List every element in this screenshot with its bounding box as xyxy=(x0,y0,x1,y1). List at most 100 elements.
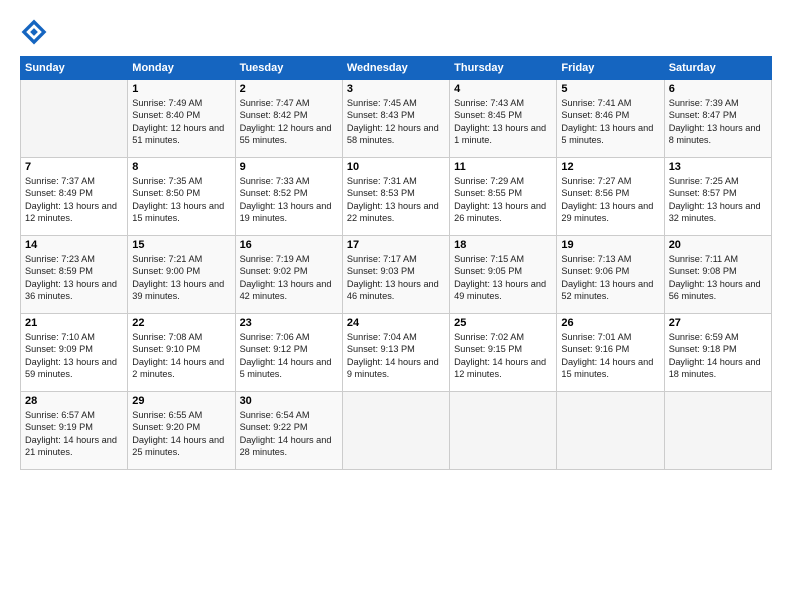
day-info: Sunrise: 7:25 AM Sunset: 8:57 PM Dayligh… xyxy=(669,175,767,225)
day-cell: 9 Sunrise: 7:33 AM Sunset: 8:52 PM Dayli… xyxy=(235,158,342,236)
day-info: Sunrise: 7:11 AM Sunset: 9:08 PM Dayligh… xyxy=(669,253,767,303)
day-cell: 10 Sunrise: 7:31 AM Sunset: 8:53 PM Dayl… xyxy=(342,158,449,236)
header xyxy=(20,18,772,46)
col-header-monday: Monday xyxy=(128,57,235,80)
day-cell: 29 Sunrise: 6:55 AM Sunset: 9:20 PM Dayl… xyxy=(128,392,235,470)
day-number: 30 xyxy=(240,395,338,407)
day-info: Sunrise: 7:02 AM Sunset: 9:15 PM Dayligh… xyxy=(454,331,552,381)
day-number: 8 xyxy=(132,161,230,173)
day-number: 9 xyxy=(240,161,338,173)
header-row: SundayMondayTuesdayWednesdayThursdayFrid… xyxy=(21,57,772,80)
day-cell: 12 Sunrise: 7:27 AM Sunset: 8:56 PM Dayl… xyxy=(557,158,664,236)
day-info: Sunrise: 7:37 AM Sunset: 8:49 PM Dayligh… xyxy=(25,175,123,225)
day-cell: 17 Sunrise: 7:17 AM Sunset: 9:03 PM Dayl… xyxy=(342,236,449,314)
day-info: Sunrise: 7:04 AM Sunset: 9:13 PM Dayligh… xyxy=(347,331,445,381)
day-info: Sunrise: 6:54 AM Sunset: 9:22 PM Dayligh… xyxy=(240,409,338,459)
day-cell xyxy=(664,392,771,470)
day-cell: 4 Sunrise: 7:43 AM Sunset: 8:45 PM Dayli… xyxy=(450,80,557,158)
day-info: Sunrise: 7:15 AM Sunset: 9:05 PM Dayligh… xyxy=(454,253,552,303)
day-number: 5 xyxy=(561,83,659,95)
day-cell: 5 Sunrise: 7:41 AM Sunset: 8:46 PM Dayli… xyxy=(557,80,664,158)
day-cell: 8 Sunrise: 7:35 AM Sunset: 8:50 PM Dayli… xyxy=(128,158,235,236)
day-number: 25 xyxy=(454,317,552,329)
day-number: 2 xyxy=(240,83,338,95)
day-cell: 28 Sunrise: 6:57 AM Sunset: 9:19 PM Dayl… xyxy=(21,392,128,470)
day-info: Sunrise: 6:55 AM Sunset: 9:20 PM Dayligh… xyxy=(132,409,230,459)
day-cell: 21 Sunrise: 7:10 AM Sunset: 9:09 PM Dayl… xyxy=(21,314,128,392)
day-cell xyxy=(342,392,449,470)
day-info: Sunrise: 7:47 AM Sunset: 8:42 PM Dayligh… xyxy=(240,97,338,147)
day-info: Sunrise: 7:29 AM Sunset: 8:55 PM Dayligh… xyxy=(454,175,552,225)
day-info: Sunrise: 7:27 AM Sunset: 8:56 PM Dayligh… xyxy=(561,175,659,225)
day-number: 18 xyxy=(454,239,552,251)
day-cell: 3 Sunrise: 7:45 AM Sunset: 8:43 PM Dayli… xyxy=(342,80,449,158)
day-number: 6 xyxy=(669,83,767,95)
day-info: Sunrise: 7:43 AM Sunset: 8:45 PM Dayligh… xyxy=(454,97,552,147)
logo xyxy=(20,18,52,46)
week-row-5: 28 Sunrise: 6:57 AM Sunset: 9:19 PM Dayl… xyxy=(21,392,772,470)
day-info: Sunrise: 7:31 AM Sunset: 8:53 PM Dayligh… xyxy=(347,175,445,225)
day-cell: 30 Sunrise: 6:54 AM Sunset: 9:22 PM Dayl… xyxy=(235,392,342,470)
col-header-wednesday: Wednesday xyxy=(342,57,449,80)
day-cell: 24 Sunrise: 7:04 AM Sunset: 9:13 PM Dayl… xyxy=(342,314,449,392)
day-number: 4 xyxy=(454,83,552,95)
week-row-2: 7 Sunrise: 7:37 AM Sunset: 8:49 PM Dayli… xyxy=(21,158,772,236)
day-info: Sunrise: 7:49 AM Sunset: 8:40 PM Dayligh… xyxy=(132,97,230,147)
day-number: 12 xyxy=(561,161,659,173)
day-cell: 19 Sunrise: 7:13 AM Sunset: 9:06 PM Dayl… xyxy=(557,236,664,314)
day-cell xyxy=(21,80,128,158)
calendar-table: SundayMondayTuesdayWednesdayThursdayFrid… xyxy=(20,56,772,470)
day-cell: 20 Sunrise: 7:11 AM Sunset: 9:08 PM Dayl… xyxy=(664,236,771,314)
day-number: 14 xyxy=(25,239,123,251)
week-row-4: 21 Sunrise: 7:10 AM Sunset: 9:09 PM Dayl… xyxy=(21,314,772,392)
col-header-saturday: Saturday xyxy=(664,57,771,80)
col-header-sunday: Sunday xyxy=(21,57,128,80)
day-number: 16 xyxy=(240,239,338,251)
day-number: 19 xyxy=(561,239,659,251)
day-number: 13 xyxy=(669,161,767,173)
day-info: Sunrise: 7:01 AM Sunset: 9:16 PM Dayligh… xyxy=(561,331,659,381)
day-cell: 23 Sunrise: 7:06 AM Sunset: 9:12 PM Dayl… xyxy=(235,314,342,392)
day-cell: 7 Sunrise: 7:37 AM Sunset: 8:49 PM Dayli… xyxy=(21,158,128,236)
day-info: Sunrise: 6:57 AM Sunset: 9:19 PM Dayligh… xyxy=(25,409,123,459)
day-cell: 15 Sunrise: 7:21 AM Sunset: 9:00 PM Dayl… xyxy=(128,236,235,314)
day-cell xyxy=(557,392,664,470)
col-header-friday: Friday xyxy=(557,57,664,80)
day-number: 3 xyxy=(347,83,445,95)
week-row-3: 14 Sunrise: 7:23 AM Sunset: 8:59 PM Dayl… xyxy=(21,236,772,314)
day-cell: 27 Sunrise: 6:59 AM Sunset: 9:18 PM Dayl… xyxy=(664,314,771,392)
day-cell: 14 Sunrise: 7:23 AM Sunset: 8:59 PM Dayl… xyxy=(21,236,128,314)
day-number: 28 xyxy=(25,395,123,407)
day-info: Sunrise: 7:21 AM Sunset: 9:00 PM Dayligh… xyxy=(132,253,230,303)
day-number: 21 xyxy=(25,317,123,329)
page: SundayMondayTuesdayWednesdayThursdayFrid… xyxy=(0,0,792,612)
day-info: Sunrise: 7:35 AM Sunset: 8:50 PM Dayligh… xyxy=(132,175,230,225)
day-cell: 16 Sunrise: 7:19 AM Sunset: 9:02 PM Dayl… xyxy=(235,236,342,314)
day-cell: 6 Sunrise: 7:39 AM Sunset: 8:47 PM Dayli… xyxy=(664,80,771,158)
day-number: 7 xyxy=(25,161,123,173)
day-cell: 22 Sunrise: 7:08 AM Sunset: 9:10 PM Dayl… xyxy=(128,314,235,392)
day-cell: 13 Sunrise: 7:25 AM Sunset: 8:57 PM Dayl… xyxy=(664,158,771,236)
day-number: 22 xyxy=(132,317,230,329)
day-number: 24 xyxy=(347,317,445,329)
day-number: 29 xyxy=(132,395,230,407)
day-cell: 25 Sunrise: 7:02 AM Sunset: 9:15 PM Dayl… xyxy=(450,314,557,392)
col-header-thursday: Thursday xyxy=(450,57,557,80)
day-info: Sunrise: 7:10 AM Sunset: 9:09 PM Dayligh… xyxy=(25,331,123,381)
day-info: Sunrise: 7:06 AM Sunset: 9:12 PM Dayligh… xyxy=(240,331,338,381)
day-info: Sunrise: 7:13 AM Sunset: 9:06 PM Dayligh… xyxy=(561,253,659,303)
day-cell: 26 Sunrise: 7:01 AM Sunset: 9:16 PM Dayl… xyxy=(557,314,664,392)
day-info: Sunrise: 7:39 AM Sunset: 8:47 PM Dayligh… xyxy=(669,97,767,147)
day-number: 15 xyxy=(132,239,230,251)
day-cell xyxy=(450,392,557,470)
day-number: 23 xyxy=(240,317,338,329)
day-info: Sunrise: 7:19 AM Sunset: 9:02 PM Dayligh… xyxy=(240,253,338,303)
day-info: Sunrise: 7:08 AM Sunset: 9:10 PM Dayligh… xyxy=(132,331,230,381)
day-number: 26 xyxy=(561,317,659,329)
day-number: 10 xyxy=(347,161,445,173)
day-number: 11 xyxy=(454,161,552,173)
day-cell: 11 Sunrise: 7:29 AM Sunset: 8:55 PM Dayl… xyxy=(450,158,557,236)
day-info: Sunrise: 7:41 AM Sunset: 8:46 PM Dayligh… xyxy=(561,97,659,147)
day-cell: 18 Sunrise: 7:15 AM Sunset: 9:05 PM Dayl… xyxy=(450,236,557,314)
day-number: 1 xyxy=(132,83,230,95)
